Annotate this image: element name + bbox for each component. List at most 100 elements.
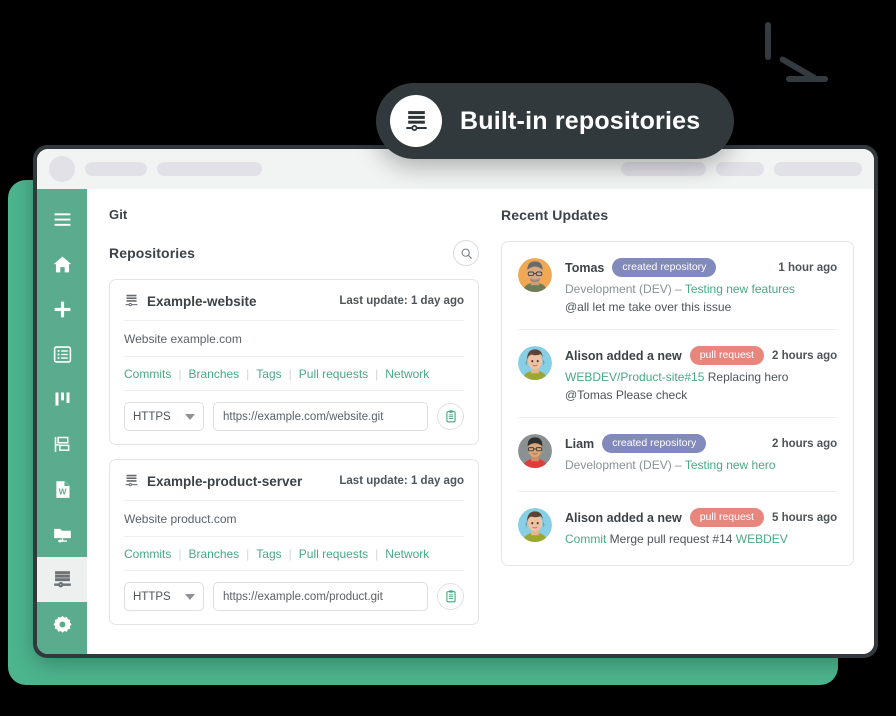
protocol-select-value: HTTPS xyxy=(133,591,171,603)
sidebar-item-boards[interactable] xyxy=(37,377,87,422)
toolbar-placeholder-2 xyxy=(157,162,262,176)
update-detail-link[interactable]: Commit xyxy=(565,532,606,546)
avatar-tomas xyxy=(518,258,552,292)
clipboard-icon xyxy=(444,589,458,604)
repository-icon xyxy=(52,569,73,590)
update-item: Alison added a new pull request 5 hours … xyxy=(518,491,837,565)
main-content: Git Repositories xyxy=(87,189,874,654)
avatar-alison xyxy=(518,346,552,380)
sidebar-item-tasks[interactable] xyxy=(37,332,87,377)
link-separator: | xyxy=(246,547,249,561)
home-icon xyxy=(52,254,73,275)
sidebar-item-issues[interactable] xyxy=(37,422,87,467)
repository-description: Website example.com xyxy=(124,321,464,357)
repo-link-tags[interactable]: Tags xyxy=(256,367,281,381)
copy-url-button[interactable] xyxy=(437,403,464,430)
app-window-inner: W xyxy=(37,149,874,654)
update-item: Alison added a new pull request 2 hours … xyxy=(518,329,837,417)
repository-icon xyxy=(124,293,139,309)
repository-name[interactable]: Example-website xyxy=(147,294,257,309)
link-separator: | xyxy=(178,367,181,381)
update-detail-link[interactable]: Testing new features xyxy=(685,282,795,296)
update-body: Alison added a new pull request 2 hours … xyxy=(565,346,837,402)
update-comment: @Tomas Please check xyxy=(565,388,837,402)
kanban-icon xyxy=(52,389,73,410)
repository-card: Example-website Last update: 1 day ago W… xyxy=(109,279,479,445)
list-icon xyxy=(52,344,73,365)
toolbar-placeholder-4 xyxy=(716,162,764,176)
repository-clone-row: HTTPS https://example.com/product.git xyxy=(124,571,464,624)
link-separator: | xyxy=(375,367,378,381)
repo-link-branches[interactable]: Branches xyxy=(188,547,239,561)
update-detail-suffix: Replacing hero xyxy=(704,370,788,384)
link-separator: | xyxy=(289,547,292,561)
app-window: W xyxy=(33,145,878,658)
avatar-image xyxy=(518,346,552,380)
screenshot-stage: W xyxy=(0,0,896,716)
updates-card: Tomas created repository 1 hour ago Deve… xyxy=(501,241,854,566)
search-button[interactable] xyxy=(453,240,479,266)
clone-url-input[interactable]: https://example.com/website.git xyxy=(213,402,428,431)
chevron-down-icon xyxy=(185,594,195,600)
sidebar-item-repositories[interactable] xyxy=(37,557,87,602)
callout-label: Built-in repositories xyxy=(460,107,700,136)
repo-link-network[interactable]: Network xyxy=(385,547,429,561)
toolbar-placeholder-5 xyxy=(774,162,862,176)
update-timestamp: 2 hours ago xyxy=(772,350,837,362)
sidebar-item-settings[interactable] xyxy=(37,602,87,647)
toolbar-placeholder-1 xyxy=(85,162,147,176)
clone-url-input[interactable]: https://example.com/product.git xyxy=(213,582,428,611)
svg-text:W: W xyxy=(58,486,66,496)
update-timestamp: 2 hours ago xyxy=(772,438,837,450)
repository-links: Commits | Branches | Tags | Pull request… xyxy=(124,357,464,391)
repository-name[interactable]: Example-product-server xyxy=(147,474,302,489)
repository-card-header: Example-website Last update: 1 day ago xyxy=(124,280,464,321)
copy-url-button[interactable] xyxy=(437,583,464,610)
update-actor: Alison added a new xyxy=(565,511,682,525)
clone-url-value: https://example.com/product.git xyxy=(223,591,383,603)
update-timestamp: 5 hours ago xyxy=(772,512,837,524)
repository-card-header: Example-product-server Last update: 1 da… xyxy=(124,460,464,501)
avatar-alison xyxy=(518,508,552,542)
repo-link-branches[interactable]: Branches xyxy=(188,367,239,381)
update-detail-link-2[interactable]: WEBDEV xyxy=(736,532,788,546)
sidebar-item-add[interactable] xyxy=(37,287,87,332)
gear-icon xyxy=(52,614,73,635)
word-document-icon: W xyxy=(52,479,73,500)
repository-links: Commits | Branches | Tags | Pull request… xyxy=(124,537,464,571)
feature-callout-pill: Built-in repositories xyxy=(376,83,734,159)
update-actor: Tomas xyxy=(565,261,604,275)
repo-link-tags[interactable]: Tags xyxy=(256,547,281,561)
avatar-image xyxy=(518,508,552,542)
hamburger-menu-icon xyxy=(52,209,73,230)
update-item: Tomas created repository 1 hour ago Deve… xyxy=(518,242,837,329)
repository-icon xyxy=(404,108,429,135)
repo-link-commits[interactable]: Commits xyxy=(124,547,171,561)
update-detail-link[interactable]: WEBDEV/Product-site#15 xyxy=(565,370,704,384)
update-header: Alison added a new pull request 5 hours … xyxy=(565,508,837,527)
status-badge: created repository xyxy=(602,434,706,453)
clone-url-value: https://example.com/website.git xyxy=(223,411,383,423)
main-sidebar: W xyxy=(37,189,87,654)
repo-link-pull-requests[interactable]: Pull requests xyxy=(299,367,368,381)
update-detail-prefix: Development (DEV) – xyxy=(565,458,685,472)
app-body: W xyxy=(37,189,874,654)
update-timestamp: 1 hour ago xyxy=(778,262,837,274)
status-badge: pull request xyxy=(690,508,764,527)
repo-link-commits[interactable]: Commits xyxy=(124,367,171,381)
protocol-select[interactable]: HTTPS xyxy=(124,402,204,431)
update-detail: Commit Merge pull request #14 WEBDEV xyxy=(565,532,837,546)
search-icon xyxy=(460,247,473,260)
sidebar-item-documents[interactable]: W xyxy=(37,467,87,512)
repo-link-pull-requests[interactable]: Pull requests xyxy=(299,547,368,561)
update-detail: Development (DEV) – Testing new features xyxy=(565,282,837,296)
protocol-select[interactable]: HTTPS xyxy=(124,582,204,611)
sidebar-item-files[interactable] xyxy=(37,512,87,557)
updates-title: Recent Updates xyxy=(501,207,854,223)
sidebar-item-home[interactable] xyxy=(37,242,87,287)
update-body: Alison added a new pull request 5 hours … xyxy=(565,508,837,550)
update-detail-link[interactable]: Testing new hero xyxy=(685,458,776,472)
update-detail: WEBDEV/Product-site#15 Replacing hero xyxy=(565,370,837,384)
repo-link-network[interactable]: Network xyxy=(385,367,429,381)
sidebar-item-menu[interactable] xyxy=(37,197,87,242)
